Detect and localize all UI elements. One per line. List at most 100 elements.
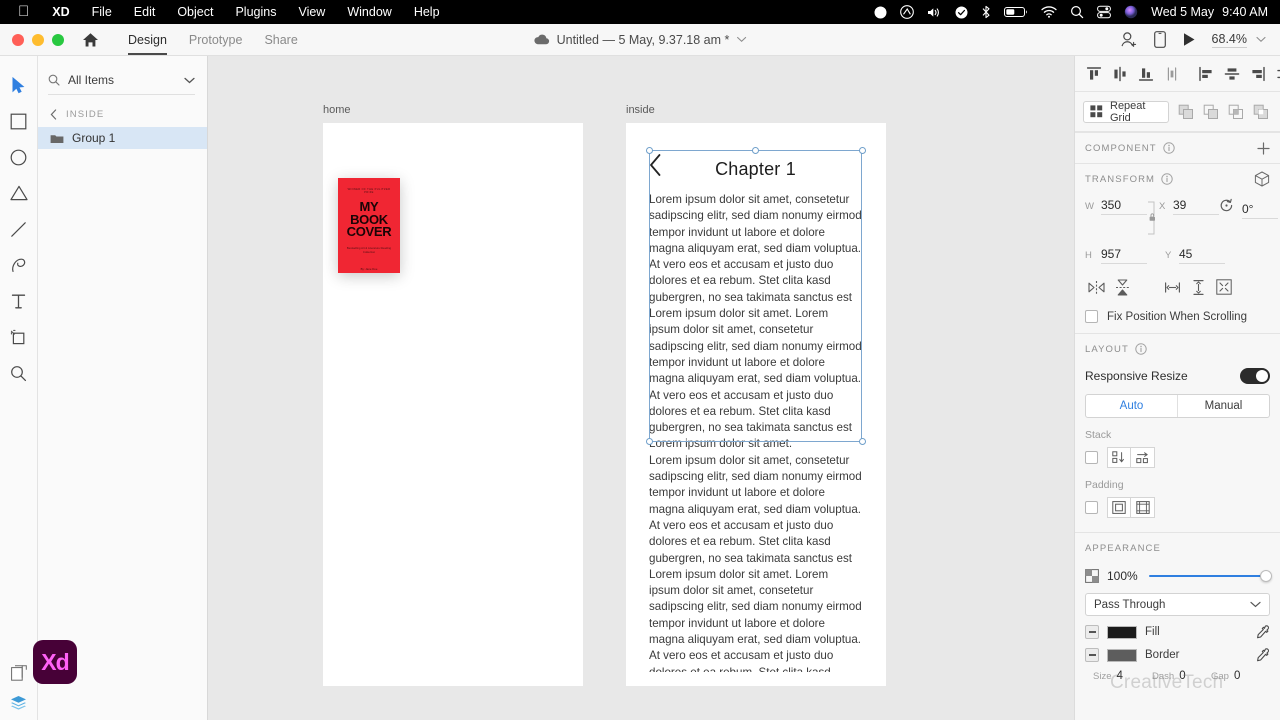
search-icon[interactable] [1070,5,1084,19]
layers-search-row[interactable]: All Items [48,73,195,95]
chapter-heading[interactable]: Chapter 1 [649,153,862,185]
plus-icon[interactable] [1257,141,1270,155]
cube-icon[interactable] [1254,171,1270,187]
rectangle-tool[interactable] [3,106,35,136]
stack-horizontal-icon[interactable] [1131,447,1155,468]
stack-checkbox[interactable] [1085,451,1098,464]
text-tool[interactable] [3,286,35,316]
padding-checkbox[interactable] [1085,501,1098,514]
eyedropper-icon[interactable] [1256,648,1270,662]
lock-aspect-ratio[interactable] [1147,198,1159,235]
line-tool[interactable] [3,214,35,244]
bluetooth-icon[interactable] [981,5,991,19]
selection-handle-top-left[interactable] [645,146,653,154]
y-input[interactable]: 45 [1179,247,1225,264]
fix-position-checkbox[interactable] [1085,310,1098,323]
x-input[interactable]: 39 [1173,198,1219,215]
home-icon[interactable] [82,32,99,48]
border-size-field[interactable]: Size 4 [1093,670,1152,682]
selection-handle-top-right[interactable] [858,146,866,154]
layers-panel-icon[interactable] [10,695,27,710]
padding-uniform-icon[interactable] [1107,497,1131,518]
align-left-icon[interactable] [1195,63,1217,85]
width-input[interactable]: 350 [1101,198,1147,215]
polygon-tool[interactable] [3,178,35,208]
align-top-icon[interactable] [1083,63,1105,85]
menu-item-edit[interactable]: Edit [123,0,167,24]
flip-horizontal-icon[interactable] [1085,276,1107,298]
chevron-down-icon[interactable] [1256,36,1266,43]
menu-item-xd[interactable]: XD [41,0,80,24]
resize-mode-auto[interactable]: Auto [1086,395,1177,417]
rotation-input[interactable]: 0° [1242,202,1278,219]
zoom-level-value[interactable]: 68.4% [1211,32,1247,48]
wifi-icon[interactable] [1041,6,1057,18]
apple-icon[interactable]:  [12,0,41,24]
border-gap-value[interactable]: 0 [1234,670,1240,682]
border-dash-value[interactable]: 0 [1179,670,1185,682]
resize-width-icon[interactable] [1161,276,1183,298]
opacity-slider[interactable] [1149,569,1272,583]
document-title-area[interactable]: Untitled — 5 May, 9.37.18 am * [534,33,747,47]
align-bottom-icon[interactable] [1135,63,1157,85]
distribute-horizontal-icon[interactable] [1273,63,1280,85]
resize-mode-manual[interactable]: Manual [1177,395,1269,417]
close-button[interactable] [12,33,24,46]
menu-item-object[interactable]: Object [166,0,224,24]
dock-xd-app-icon[interactable]: Xd [33,640,77,684]
checkmark-icon[interactable] [955,6,968,19]
distribute-vertical-icon[interactable] [1161,63,1183,85]
minimize-button[interactable] [32,33,44,46]
opacity-value[interactable]: 100% [1107,569,1141,583]
chevron-down-icon[interactable] [736,36,746,43]
resize-fit-icon[interactable] [1213,276,1235,298]
align-right-icon[interactable] [1247,63,1269,85]
menu-item-plugins[interactable]: Plugins [224,0,287,24]
list-item[interactable]: Group 1 [38,127,207,149]
eyedropper-icon[interactable] [1256,625,1270,639]
fill-toggle-button[interactable] [1085,625,1099,639]
book-cover-image[interactable]: WINNER OF THE PULITZER PRIZE MY BOOK COV… [338,178,400,273]
fill-color-swatch[interactable] [1107,625,1137,639]
artboard-label-home[interactable]: home [323,104,351,116]
tab-prototype[interactable]: Prototype [178,24,254,55]
pen-tool[interactable] [3,250,35,280]
selection-handle-bottom-right[interactable] [858,438,866,445]
blend-mode-select[interactable]: Pass Through [1085,593,1270,616]
border-dash-field[interactable]: Dash 0 [1152,670,1211,682]
subtract-shape-icon[interactable] [1200,101,1222,123]
tab-share[interactable]: Share [253,24,308,55]
device-preview-icon[interactable] [1153,31,1166,48]
opacity-slider-knob[interactable] [1260,570,1272,582]
chevron-left-icon[interactable] [50,109,57,120]
menu-bar-clock[interactable]: Wed 5 May 9:40 AM [1151,5,1268,19]
menu-item-window[interactable]: Window [336,0,402,24]
resize-height-icon[interactable] [1187,276,1209,298]
fix-position-row[interactable]: Fix Position When Scrolling [1075,298,1280,333]
invite-person-icon[interactable] [1120,31,1138,48]
flip-vertical-icon[interactable] [1111,276,1133,298]
align-horizontal-center-icon[interactable] [1221,63,1243,85]
add-shape-icon[interactable] [1175,101,1197,123]
design-canvas[interactable]: home WINNER OF THE PULITZER PRIZE MY BOO… [208,56,1074,720]
border-color-swatch[interactable] [1107,648,1137,662]
repeat-grid-button[interactable]: Repeat Grid [1083,100,1169,124]
y-position-field[interactable]: Y 45 [1165,247,1225,264]
play-icon[interactable] [1182,32,1196,47]
exclude-overlap-icon[interactable] [1250,101,1272,123]
siri-icon[interactable] [1124,5,1138,19]
align-vertical-center-icon[interactable] [1109,63,1131,85]
assets-panel-icon[interactable] [10,665,27,681]
height-input[interactable]: 957 [1101,247,1147,264]
stack-vertical-icon[interactable] [1107,447,1131,468]
selection-handle-top-center[interactable] [752,146,759,154]
zoom-control[interactable]: 68.4% [1211,32,1266,48]
battery-icon[interactable] [1004,6,1028,18]
x-position-field[interactable]: X 39 [1159,198,1219,215]
body-text-block[interactable]: Lorem ipsum dolor sit amet, consetetur s… [649,192,862,672]
info-icon[interactable] [1135,343,1147,355]
search-input[interactable]: All Items [68,73,176,87]
ellipse-tool[interactable] [3,142,35,172]
intersect-shape-icon[interactable] [1225,101,1247,123]
info-icon[interactable] [1161,173,1173,185]
